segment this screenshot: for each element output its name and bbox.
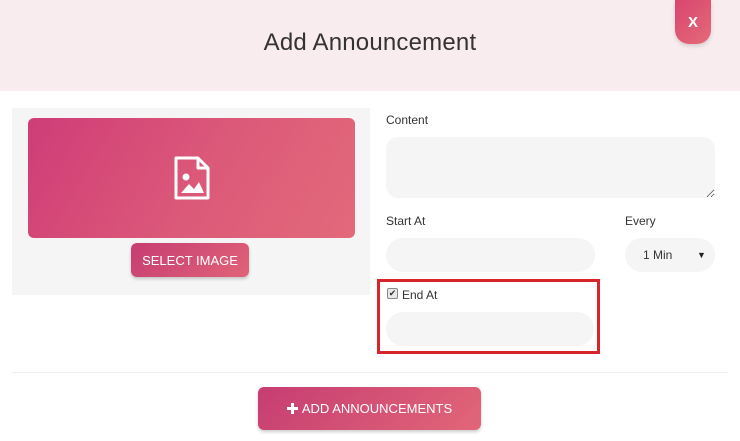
content-field[interactable]	[386, 137, 715, 198]
checkmark-icon: ✔	[388, 288, 397, 298]
add-announcements-button[interactable]: ADD ANNOUNCEMENTS	[258, 387, 481, 430]
every-selected-value: 1 Min	[643, 248, 673, 262]
add-announcements-label: ADD ANNOUNCEMENTS	[301, 401, 453, 416]
start-at-field[interactable]	[386, 238, 595, 272]
content-label: Content	[386, 113, 429, 127]
close-button[interactable]: X	[675, 0, 711, 44]
select-image-button[interactable]: SELECT IMAGE	[131, 243, 249, 277]
modal-header: Add Announcement	[0, 0, 740, 91]
end-at-label: End At	[402, 288, 438, 302]
caret-down-icon: ▼	[697, 250, 706, 260]
image-preview[interactable]	[28, 118, 355, 238]
end-at-field[interactable]	[386, 312, 594, 346]
footer-divider	[12, 372, 728, 373]
image-icon	[174, 156, 209, 200]
modal-title: Add Announcement	[263, 29, 477, 56]
every-label: Every	[625, 214, 656, 228]
start-at-label: Start At	[386, 214, 426, 228]
image-panel: SELECT IMAGE	[12, 108, 370, 295]
plus-icon	[286, 403, 298, 414]
every-select[interactable]: 1 Min ▼	[625, 238, 715, 272]
end-at-checkbox[interactable]: ✔	[387, 288, 398, 299]
